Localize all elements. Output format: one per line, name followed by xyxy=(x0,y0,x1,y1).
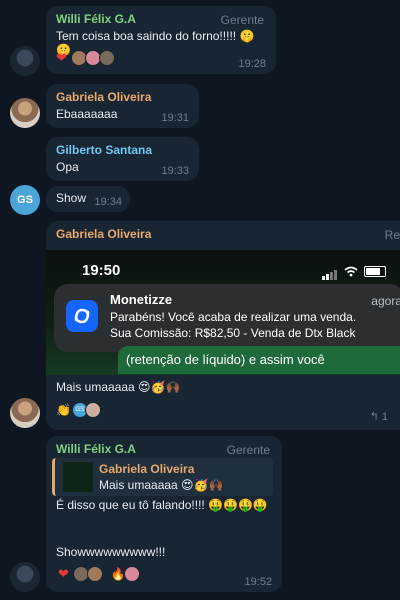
notification-card: Monetizze agora Parabéns! Você acaba de … xyxy=(54,284,400,352)
reply-label: Re xyxy=(384,228,400,242)
reply-arrow-icon: ↰ xyxy=(369,411,379,423)
avatar-willi[interactable] xyxy=(10,562,40,592)
reply-counter[interactable]: ↰ 1 xyxy=(370,410,388,423)
message-bubble[interactable]: Gabriela Oliveira Ebaaaaaaa 19:31 xyxy=(46,84,199,128)
notification-line: Sua Comissão: R$82,50 - Venda de Dtx Bla… xyxy=(110,326,356,340)
avatar-gabriela[interactable] xyxy=(10,398,40,428)
quote-thumbnail xyxy=(63,462,93,492)
quote-sender: Gabriela Oliveira xyxy=(99,462,195,476)
sender-name[interactable]: Gabriela Oliveira xyxy=(56,227,390,241)
notification-line: Parabéns! Você acaba de realizar uma ven… xyxy=(110,310,357,324)
message-bubble[interactable]: Gilberto Santana Opa 19:33 xyxy=(46,137,199,181)
reactions[interactable]: 👏 GS xyxy=(56,402,101,418)
avatar-gabriela[interactable] xyxy=(10,98,40,128)
sender-name[interactable]: Gilberto Santana xyxy=(56,143,189,157)
reactions[interactable]: ❤ xyxy=(56,50,115,66)
message-time: 19:28 xyxy=(238,58,266,70)
heart-icon: ❤ xyxy=(58,566,69,581)
message-time: 19:52 xyxy=(244,576,272,588)
avatar-gs[interactable]: GS xyxy=(10,185,40,215)
reactions[interactable]: ❤ 🔥 xyxy=(58,566,140,582)
quoted-message[interactable]: Gabriela Oliveira Mais umaaaaa 😍🥳🙌🏾 xyxy=(52,458,273,496)
sender-name[interactable]: Gabriela Oliveira xyxy=(56,90,189,104)
message-text: É disso que eu tô falando!!!! 🤑🤑🤑🤑 xyxy=(56,498,268,512)
notification-time: agora xyxy=(371,294,400,308)
reactor-avatar xyxy=(123,566,140,582)
heart-icon: ❤ xyxy=(56,50,67,65)
clap-icon: 👏 xyxy=(56,403,71,417)
screenshot-clock: 19:50 xyxy=(82,262,121,279)
avatar-willi[interactable] xyxy=(10,46,40,76)
status-icons xyxy=(322,262,386,280)
avatar-initials: GS xyxy=(17,194,33,206)
attached-screenshot[interactable]: 19:50 Monetizze agora Parabéns! Você aca… xyxy=(46,250,400,375)
chat-bubble-background: (retenção de líquido) e assim você xyxy=(118,346,400,374)
role-badge: Gerente xyxy=(220,13,264,27)
reply-count: 1 xyxy=(381,411,388,423)
message-text: Showwwwwwwww!!! xyxy=(56,545,166,559)
reactor-avatar xyxy=(86,566,103,582)
background-text: (retenção de líquido) e assim você xyxy=(126,352,325,367)
signal-icon xyxy=(322,262,338,280)
role-badge: Gerente xyxy=(226,443,270,457)
message-time: 19:34 xyxy=(94,196,122,208)
wifi-icon xyxy=(344,266,358,276)
message-time: 19:31 xyxy=(161,112,189,124)
message-time: 19:33 xyxy=(161,165,189,177)
reactor-avatar xyxy=(84,402,101,418)
notification-app: Monetizze xyxy=(110,292,173,307)
battery-icon xyxy=(364,265,386,277)
message-bubble[interactable]: Show 19:34 xyxy=(46,186,130,212)
reactor-avatar xyxy=(98,50,115,66)
message-bubble[interactable]: Willi Félix G.A Gerente Tem coisa boa sa… xyxy=(46,6,276,74)
quote-text: Mais umaaaaa 😍🥳🙌🏾 xyxy=(99,478,224,492)
monetizze-logo-icon xyxy=(66,300,98,332)
message-text: Mais umaaaaa 😍🥳🙌🏾 xyxy=(56,380,181,394)
